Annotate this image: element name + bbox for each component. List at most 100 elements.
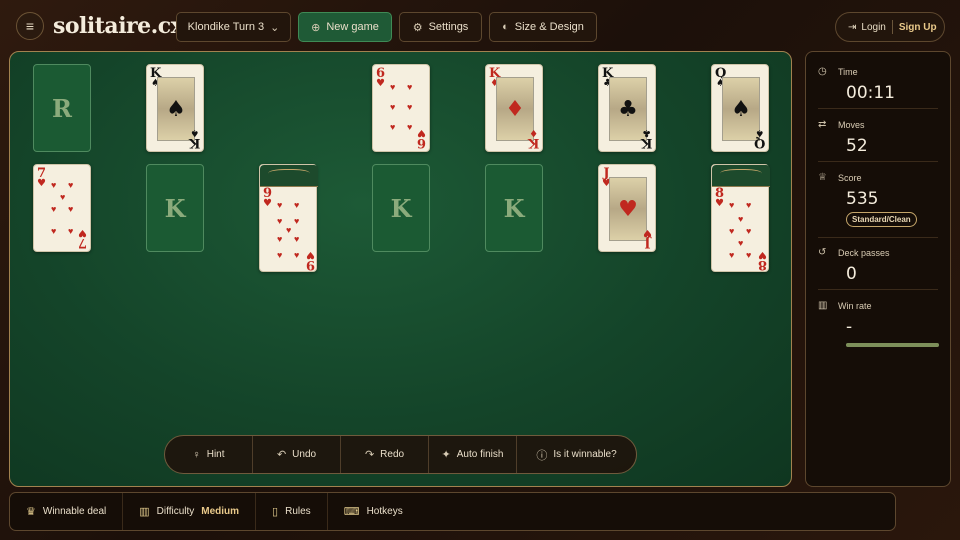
- card-corner: K ♠: [188, 127, 200, 150]
- stat-moves: ⇄ Moves 52: [818, 119, 938, 156]
- foundation-card-king-diamonds[interactable]: K ♦ ♦ K ♦: [485, 64, 543, 152]
- score-mode-badge[interactable]: Standard/Clean: [846, 212, 917, 227]
- winnable-deal-label: Winnable deal: [42, 506, 107, 517]
- game-table: R K ♠ ♠ K ♠ 6 ♥ ♥ ♥ ♥ ♥ ♥ ♥ 6 ♥ K ♦ ♦ K ♦ K ♣ ♣ K ♣…: [9, 51, 792, 487]
- account-pill: ⇥ Login Sign Up: [835, 12, 945, 42]
- stat-win-rate: ▥ Win rate -: [818, 300, 938, 337]
- redo-button[interactable]: ↷ Redo: [341, 436, 429, 473]
- difficulty-label: Difficulty: [156, 506, 195, 517]
- tableau-card-nine-hearts[interactable]: 9 ♥ ♥ ♥ ♥ ♥ ♥ ♥ ♥ ♥ ♥ 9 ♥: [259, 164, 318, 272]
- tableau-empty-slot[interactable]: K: [485, 164, 543, 252]
- auto-finish-button[interactable]: ✦ Auto finish: [429, 436, 517, 473]
- card-corner: 9 ♥: [305, 249, 315, 272]
- account-divider: [891, 20, 893, 34]
- winrate-bar: [846, 343, 939, 347]
- passes-value: 0: [846, 264, 857, 284]
- card-corner: K ♣: [640, 127, 652, 150]
- waste-card-king-spades[interactable]: K ♠ ♠ K ♠: [146, 64, 204, 152]
- score-value: 535: [846, 189, 879, 209]
- size-design-label: Size & Design: [514, 21, 584, 33]
- winnable-deal-toggle[interactable]: ♛ Winnable deal: [10, 493, 124, 530]
- signup-button[interactable]: Sign Up: [899, 22, 937, 33]
- foundation-card-king-clubs[interactable]: K ♣ ♣ K ♣: [598, 64, 656, 152]
- redo-label: Redo: [380, 449, 405, 460]
- login-button[interactable]: ⇥ Login: [836, 22, 886, 33]
- difficulty-value: Medium: [201, 506, 240, 517]
- stat-score: ♕ Score 535: [818, 172, 938, 209]
- divider: [818, 237, 938, 238]
- game-mode-dropdown[interactable]: Klondike Turn 3 ⌄: [176, 12, 291, 42]
- new-game-label: New game: [326, 21, 379, 33]
- login-label: Login: [861, 21, 886, 33]
- auto-finish-label: Auto finish: [456, 449, 504, 460]
- card-pips: ♥ ♥ ♥ ♥ ♥ ♥: [390, 82, 413, 132]
- card-pips: ♥ ♥ ♥ ♥ ♥ ♥ ♥: [51, 180, 74, 236]
- card-corner: 6 ♥: [416, 127, 426, 150]
- card-corner: 7 ♥: [37, 166, 47, 189]
- clock-icon: ◷: [818, 66, 827, 77]
- divider: [818, 108, 938, 109]
- card-pips: ♥ ♥ ♥ ♥ ♥ ♥ ♥ ♥: [729, 200, 752, 260]
- game-controls-bar: ♀ Hint ↶ Undo ↷ Redo ✦ Auto finish ⓘ Is it wi…: [164, 435, 637, 474]
- undo-button[interactable]: ↶ Undo: [253, 436, 341, 473]
- hotkeys-button[interactable]: ⌨ Hotkeys: [328, 493, 419, 530]
- moves-label: Moves: [838, 119, 865, 130]
- king-only-label: K: [503, 193, 525, 223]
- card-corner: 8 ♥: [757, 249, 767, 272]
- rules-button[interactable]: ▯ Rules: [256, 493, 328, 530]
- divider: [818, 289, 938, 290]
- stock-pile-empty[interactable]: R: [33, 64, 91, 152]
- tableau-card-jack-hearts[interactable]: J ♥ ♥ J ♥: [598, 164, 656, 252]
- keyboard-icon: ⌨: [343, 506, 360, 518]
- tableau-card-eight-hearts[interactable]: 8 ♥ ♥ ♥ ♥ ♥ ♥ ♥ ♥ ♥ 8 ♥: [711, 164, 770, 272]
- is-winnable-label: Is it winnable?: [553, 449, 617, 460]
- redo-icon: ↷: [364, 449, 375, 461]
- face-down-card: [712, 165, 770, 187]
- hotkeys-label: Hotkeys: [366, 506, 403, 517]
- card-corner: 9 ♥: [263, 186, 273, 209]
- new-game-button[interactable]: ⊕ New game: [298, 12, 392, 42]
- face-down-card: [260, 165, 318, 187]
- tableau-card-seven-hearts[interactable]: 7 ♥ ♥ ♥ ♥ ♥ ♥ ♥ ♥ 7 ♥: [33, 164, 91, 252]
- sparkles-icon: ✦: [441, 449, 451, 461]
- trophy-icon: ♕: [818, 172, 827, 183]
- plus-circle-icon: ⊕: [311, 21, 321, 34]
- king-only-label: K: [390, 193, 412, 223]
- lightbulb-icon: ♀: [192, 448, 201, 461]
- card-corner: 7 ♥: [77, 227, 87, 250]
- hamburger-menu-button[interactable]: ≡: [16, 12, 44, 40]
- difficulty-selector[interactable]: ▥ Difficulty Medium: [123, 493, 257, 530]
- card-pips: ♥ ♥ ♥ ♥ ♥ ♥ ♥ ♥ ♥: [277, 200, 300, 260]
- palette-icon: ◐: [502, 21, 509, 33]
- passes-label: Deck passes: [838, 247, 890, 258]
- footer-bar: ♛ Winnable deal ▥ Difficulty Medium ▯ Rules …: [9, 492, 896, 531]
- stat-deck-passes: ↺ Deck passes 0: [818, 247, 938, 284]
- moves-value: 52: [846, 136, 868, 156]
- stats-panel: ◷ Time 00:11 ⇄ Moves 52 ♕ Score 535 Standar…: [805, 51, 951, 487]
- hamburger-icon: ≡: [25, 18, 35, 34]
- size-design-button[interactable]: ◐ Size & Design: [489, 12, 597, 42]
- logo[interactable]: solitaire.cx: [53, 13, 184, 39]
- hint-label: Hint: [206, 449, 225, 460]
- stat-time: ◷ Time 00:11: [818, 66, 938, 103]
- foundation-card-queen-spades[interactable]: Q ♠ ♠ Q ♠: [711, 64, 769, 152]
- king-only-label: K: [164, 193, 186, 223]
- winrate-bar-fill: [846, 343, 939, 347]
- rotate-icon: ↺: [818, 247, 827, 258]
- redeal-label: R: [52, 93, 72, 123]
- winrate-label: Win rate: [838, 300, 872, 311]
- settings-label: Settings: [428, 21, 469, 33]
- hint-button[interactable]: ♀ Hint: [165, 436, 253, 473]
- bar-chart-icon: ▥: [818, 300, 828, 311]
- settings-button[interactable]: ⚙ Settings: [399, 12, 482, 42]
- score-label: Score: [838, 172, 862, 183]
- info-icon: ⓘ: [536, 449, 548, 462]
- game-mode-label: Klondike Turn 3: [187, 21, 265, 33]
- undo-label: Undo: [292, 449, 317, 460]
- jack-face-art: ♥: [609, 177, 647, 241]
- foundation-card-six-hearts[interactable]: 6 ♥ ♥ ♥ ♥ ♥ ♥ ♥ 6 ♥: [372, 64, 430, 152]
- tableau-empty-slot[interactable]: K: [146, 164, 204, 252]
- is-winnable-button[interactable]: ⓘ Is it winnable?: [517, 436, 636, 473]
- card-corner: K ♦: [527, 127, 539, 150]
- tableau-empty-slot[interactable]: K: [372, 164, 430, 252]
